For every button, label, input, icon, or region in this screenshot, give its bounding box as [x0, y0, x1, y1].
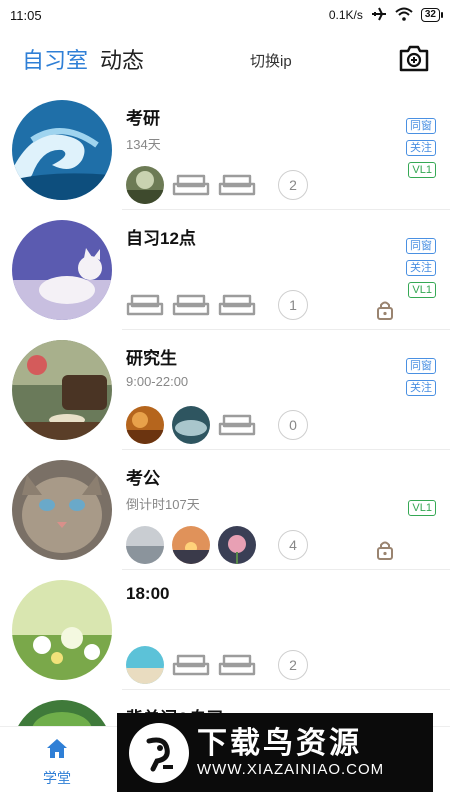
member-count: 4 — [278, 530, 308, 560]
nav-home-label: 学堂 — [43, 770, 71, 786]
member-count: 0 — [278, 410, 308, 440]
room-name: 18:00 — [126, 584, 170, 603]
room-avatar — [12, 580, 112, 680]
seat-user-avatar[interactable] — [172, 526, 210, 564]
banner-title: 下载鸟资源 — [197, 727, 362, 760]
seat-user-avatar[interactable] — [126, 166, 164, 204]
tag-follow: 关注 — [406, 260, 436, 276]
room-avatar — [12, 100, 112, 200]
tag-level: VL1 — [408, 162, 436, 178]
room-name: 考公 — [126, 469, 160, 488]
switch-ip-button[interactable]: 切换ip — [250, 50, 292, 71]
room-name: 考研 — [126, 109, 160, 128]
nav-home[interactable]: 学堂 — [34, 737, 80, 788]
tab-study-room[interactable]: 自习室 — [22, 43, 88, 75]
seat-row — [126, 166, 256, 204]
tag-group: VL1 — [408, 500, 436, 516]
app-header: 自习室 动态 切换ip — [0, 30, 450, 88]
tag-classmate: 同窗 — [406, 238, 436, 254]
seat-user-avatar[interactable] — [126, 526, 164, 564]
status-right: 0.1K/s 32 — [328, 7, 444, 24]
tag-level: VL1 — [408, 282, 436, 298]
room-item[interactable]: 考公 倒计时107天 4 VL1 — [0, 450, 450, 570]
empty-seat-icon[interactable] — [218, 406, 256, 444]
tag-follow: 关注 — [406, 140, 436, 156]
camera-icon[interactable] — [398, 43, 430, 73]
room-item[interactable]: 考研 134天 2 同窗 关注 VL1 — [0, 90, 450, 210]
watermark-banner: 下载鸟资源 WWW.XIAZAINIAO.COM — [117, 713, 433, 792]
room-item[interactable]: 自习12点 1 同窗 关注 VL1 — [0, 210, 450, 330]
seat-row — [126, 646, 256, 684]
room-avatar — [12, 700, 112, 726]
member-count: 2 — [278, 650, 308, 680]
seat-user-avatar[interactable] — [126, 406, 164, 444]
lock-icon — [376, 300, 394, 320]
room-list[interactable]: 考研 134天 2 同窗 关注 VL1 自习12点 1 同窗 关注 VL1 研究… — [0, 90, 450, 726]
lock-icon — [376, 540, 394, 560]
room-avatar — [12, 460, 112, 560]
room-avatar — [12, 340, 112, 440]
net-speed: 0.1K/s — [328, 8, 363, 22]
banner-url: WWW.XIAZAINIAO.COM — [197, 761, 385, 778]
seat-user-avatar[interactable] — [218, 526, 256, 564]
empty-seat-icon[interactable] — [218, 286, 256, 324]
room-subtitle: 9:00-22:00 — [126, 374, 189, 389]
room-name: 研究生 — [126, 349, 177, 368]
tag-classmate: 同窗 — [406, 118, 436, 134]
seat-row — [126, 286, 256, 324]
room-subtitle: 倒计时107天 — [126, 497, 200, 512]
tag-group: 同窗 关注 VL1 — [406, 238, 436, 298]
tag-classmate: 同窗 — [406, 358, 436, 374]
bird-logo-icon — [129, 722, 189, 783]
seat-user-avatar[interactable] — [126, 646, 164, 684]
seat-row — [126, 406, 256, 444]
empty-seat-icon[interactable] — [218, 646, 256, 684]
tag-group: 同窗 关注 VL1 — [406, 118, 436, 178]
room-avatar — [12, 220, 112, 320]
banner-texts: 下载鸟资源 WWW.XIAZAINIAO.COM — [197, 727, 384, 778]
room-item[interactable]: 18:00 2 — [0, 570, 450, 690]
tag-follow: 关注 — [406, 380, 436, 396]
empty-seat-icon[interactable] — [172, 166, 210, 204]
seat-row — [126, 526, 256, 564]
empty-seat-icon[interactable] — [126, 286, 164, 324]
seat-user-avatar[interactable] — [172, 406, 210, 444]
member-count: 2 — [278, 170, 308, 200]
airplane-icon — [371, 7, 387, 24]
tag-level: VL1 — [408, 500, 436, 516]
battery-indicator: 32 — [420, 8, 444, 22]
empty-seat-icon[interactable] — [172, 646, 210, 684]
room-subtitle: 134天 — [126, 137, 161, 152]
empty-seat-icon[interactable] — [172, 286, 210, 324]
wifi-icon — [395, 7, 413, 24]
empty-seat-icon[interactable] — [218, 166, 256, 204]
status-time: 11:05 — [10, 7, 42, 23]
room-name: 自习12点 — [126, 229, 196, 248]
member-count: 1 — [278, 290, 308, 320]
status-bar: 11:05 0.1K/s 32 — [0, 0, 450, 30]
home-icon — [45, 737, 69, 764]
tab-moments[interactable]: 动态 — [100, 43, 144, 75]
tag-group: 同窗 关注 — [406, 358, 436, 396]
room-item[interactable]: 研究生 9:00-22:00 0 同窗 关注 — [0, 330, 450, 450]
